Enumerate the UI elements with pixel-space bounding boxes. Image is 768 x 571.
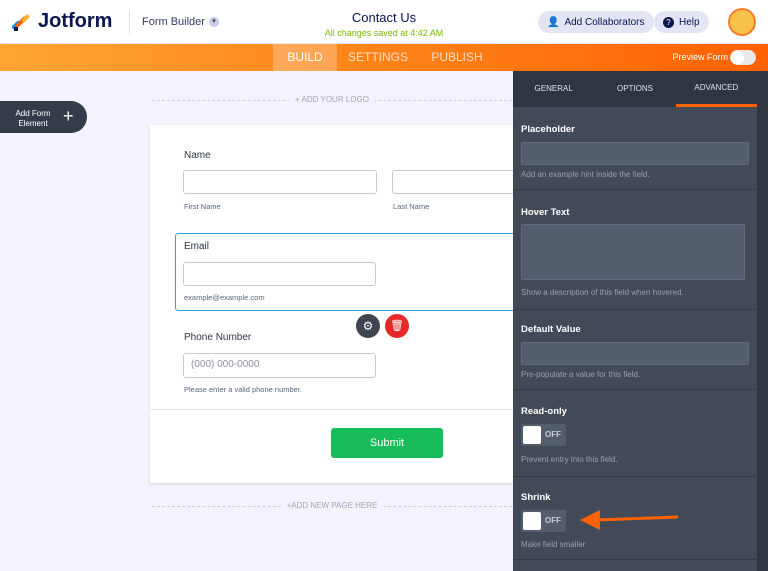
last-name-input[interactable] xyxy=(392,170,517,194)
placeholder-hint: Add an example hint inside the field. xyxy=(521,170,650,179)
default-value-section: Default Value Pre-populate a value for t… xyxy=(513,310,757,390)
tab-settings[interactable]: SETTINGS xyxy=(340,44,416,71)
add-collaborators-label: Add Collaborators xyxy=(564,16,645,28)
avatar[interactable] xyxy=(728,8,756,36)
tab-options[interactable]: OPTIONS xyxy=(594,71,675,107)
add-page-area[interactable]: +ADD NEW PAGE HERE xyxy=(152,501,512,510)
hover-text-section: Hover Text Show a description of this fi… xyxy=(513,190,757,310)
panel-tabs: GENERAL OPTIONS ADVANCED xyxy=(513,71,757,107)
divider xyxy=(150,409,513,410)
add-page-label: +ADD NEW PAGE HERE xyxy=(280,501,384,510)
hover-text-hint: Show a description of this field when ho… xyxy=(521,288,684,297)
hover-text-textarea[interactable] xyxy=(521,224,745,280)
tab-build[interactable]: BUILD xyxy=(273,44,337,71)
submit-button[interactable]: Submit xyxy=(331,428,443,458)
add-form-element-button[interactable]: Add Form Element + xyxy=(0,101,87,133)
email-input[interactable] xyxy=(183,262,376,286)
first-name-sublabel: First Name xyxy=(184,202,221,211)
default-value-hint: Pre-populate a value for this field. xyxy=(521,370,641,379)
save-status: All changes saved at 4:42 AM xyxy=(324,28,444,38)
shrink-hint: Make field smaller xyxy=(521,540,586,549)
arrow-annotation-icon xyxy=(580,510,679,530)
plus-icon: + xyxy=(63,106,74,126)
placeholder-section: Placeholder Add an example hint inside t… xyxy=(513,107,757,190)
read-only-toggle[interactable]: OFF xyxy=(521,424,566,446)
phone-placeholder: (000) 000-0000 xyxy=(191,359,260,370)
form-card: Name First Name Last Name Email example@… xyxy=(150,125,520,483)
placeholder-label: Placeholder xyxy=(521,124,575,135)
add-logo-area[interactable]: + ADD YOUR LOGO xyxy=(152,95,512,104)
default-value-label: Default Value xyxy=(521,324,581,335)
trash-icon[interactable]: 🗑 xyxy=(385,314,409,338)
name-label: Name xyxy=(184,150,211,161)
help-label: Help xyxy=(679,16,700,28)
gear-icon[interactable]: ⚙ xyxy=(356,314,380,338)
shrink-state: OFF xyxy=(545,516,561,525)
preview-form-label: Preview Form xyxy=(672,52,728,62)
hover-text-label: Hover Text xyxy=(521,207,570,218)
top-header: Jotform Form Builder ▾ Contact Us All cha… xyxy=(0,0,768,44)
default-value-input[interactable] xyxy=(521,342,749,365)
tab-publish[interactable]: PUBLISH xyxy=(424,44,490,71)
last-name-sublabel: Last Name xyxy=(393,202,430,211)
help-icon: ? xyxy=(663,16,674,28)
properties-panel: GENERAL OPTIONS ADVANCED Placeholder Add… xyxy=(513,71,768,571)
add-logo-label: + ADD YOUR LOGO xyxy=(289,95,375,104)
email-label: Email xyxy=(184,241,210,252)
help-button[interactable]: ? Help xyxy=(654,11,709,33)
read-only-label: Read-only xyxy=(521,406,567,417)
phone-sublabel: Please enter a valid phone number. xyxy=(184,385,302,394)
read-only-section: Read-only OFF Prevent entry into this fi… xyxy=(513,390,757,477)
tab-general[interactable]: GENERAL xyxy=(513,71,594,107)
scrollbar[interactable] xyxy=(757,71,768,571)
email-sublabel: example@example.com xyxy=(184,293,265,302)
read-only-state: OFF xyxy=(545,430,561,439)
add-form-element-label: Add Form Element xyxy=(15,109,51,128)
read-only-hint: Prevent entry into this field. xyxy=(521,455,618,464)
user-icon: 👤 xyxy=(547,16,560,28)
phone-label: Phone Number xyxy=(184,332,252,343)
preview-form-toggle[interactable] xyxy=(730,50,756,65)
first-name-input[interactable] xyxy=(183,170,377,194)
add-collaborators-button[interactable]: 👤 Add Collaborators xyxy=(538,11,654,33)
placeholder-input[interactable] xyxy=(521,142,749,165)
phone-input[interactable]: (000) 000-0000 xyxy=(183,353,376,378)
shrink-toggle[interactable]: OFF xyxy=(521,510,566,532)
builder-nav: BUILD SETTINGS PUBLISH Preview Form xyxy=(0,44,768,71)
tab-advanced[interactable]: ADVANCED xyxy=(675,71,757,107)
shrink-label: Shrink xyxy=(521,492,551,503)
